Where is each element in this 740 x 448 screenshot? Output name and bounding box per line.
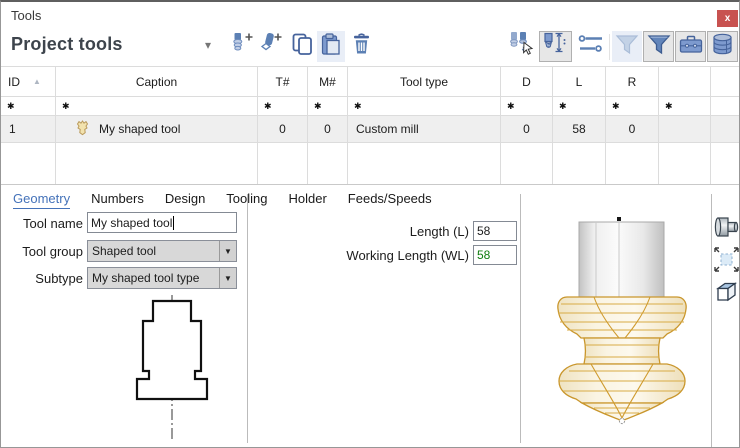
filter-cell-caption[interactable]: ✱: [56, 97, 258, 116]
filter-toggle-button[interactable]: [643, 31, 674, 62]
tool-dimension-icon: [542, 31, 569, 62]
filter-cell-t[interactable]: ✱: [258, 97, 308, 116]
working-length-input[interactable]: 58: [473, 245, 517, 265]
paste-icon: [320, 33, 343, 61]
column-header-blank1[interactable]: [659, 67, 711, 97]
filter-cell-l[interactable]: ✱: [553, 97, 606, 116]
pick-tool-button[interactable]: [507, 31, 538, 62]
copy-tool-button[interactable]: [288, 31, 316, 62]
zoom-fit-button[interactable]: [713, 248, 740, 276]
tools-table: ID ▲ Caption T# M# Tool type D L R ✱ ✱ ✱…: [1, 66, 740, 185]
tab-holder[interactable]: Holder: [289, 191, 327, 209]
tool-name-label: Tool name: [1, 214, 83, 234]
table-row-caption[interactable]: My shaped tool: [56, 116, 258, 143]
caret-down-icon: ▼: [224, 274, 232, 283]
tool-cursor-icon: [509, 31, 536, 62]
filter-cell-blank1[interactable]: ✱: [659, 97, 711, 116]
fit-view-icon: [713, 246, 740, 278]
trash-icon: [351, 33, 372, 61]
filter-cell-m[interactable]: ✱: [308, 97, 348, 116]
title-bar: Tools x: [1, 2, 739, 28]
paste-tool-button[interactable]: [317, 31, 345, 62]
filter-active-icon: [647, 33, 671, 61]
database-icon: [711, 32, 734, 61]
add-tool-icon: [231, 32, 255, 61]
filter-cell-tool-type[interactable]: ✱: [348, 97, 501, 116]
cube-icon: [714, 280, 739, 310]
add-shaped-tool-icon: [260, 32, 284, 61]
length-input[interactable]: 58: [473, 221, 517, 241]
column-header-d[interactable]: D: [501, 67, 553, 97]
column-header-r[interactable]: R: [606, 67, 659, 97]
table-row-id[interactable]: 1: [1, 116, 56, 143]
tool-group-dropdown-button[interactable]: ▼: [219, 241, 236, 261]
table-row-blank1[interactable]: [659, 116, 711, 143]
column-header-tool-type[interactable]: Tool type: [348, 67, 501, 97]
parameter-sliders-button[interactable]: [576, 31, 606, 62]
table-row-l[interactable]: 58: [553, 116, 606, 143]
filter-cell-id[interactable]: ✱: [1, 97, 56, 116]
panel-divider-1: [247, 194, 248, 443]
column-header-id[interactable]: ID ▲: [1, 67, 56, 97]
caret-down-icon: ▼: [224, 247, 232, 256]
table-row-blank2[interactable]: [711, 116, 740, 143]
toolbar: Project tools ▾: [1, 28, 739, 66]
close-button[interactable]: x: [717, 10, 738, 27]
column-header-l[interactable]: L: [553, 67, 606, 97]
filter-inactive-icon: [615, 33, 639, 61]
sort-ascending-icon: ▲: [33, 77, 41, 86]
shaped-tool-icon: [75, 120, 90, 139]
isometric-view-button[interactable]: [713, 281, 740, 309]
tool-database-toggle-button[interactable]: [707, 31, 738, 62]
filter-cell-r[interactable]: ✱: [606, 97, 659, 116]
text-cursor: [173, 216, 174, 230]
subtype-dropdown-button[interactable]: ▼: [219, 268, 236, 288]
table-row-d[interactable]: 0: [501, 116, 553, 143]
show-holder-toggle[interactable]: [713, 215, 740, 243]
table-row-m[interactable]: 0: [308, 116, 348, 143]
table-row-t[interactable]: 0: [258, 116, 308, 143]
column-header-t[interactable]: T#: [258, 67, 308, 97]
tool-3d-preview[interactable]: [539, 205, 709, 435]
copy-icon: [291, 33, 314, 61]
tool-collection-selector[interactable]: Project tools: [11, 34, 123, 55]
toolbox-icon: [679, 33, 703, 61]
column-header-caption[interactable]: Caption: [56, 67, 258, 97]
panel-divider-3: [711, 194, 712, 448]
table-row-tool-type[interactable]: Custom mill: [348, 116, 501, 143]
tool-group-select[interactable]: Shaped tool ▼: [87, 240, 237, 262]
tab-strip: Geometry Numbers Design Tooling Holder F…: [13, 191, 432, 209]
close-icon: x: [725, 13, 731, 24]
tab-numbers[interactable]: Numbers: [91, 191, 144, 209]
filter-clear-button[interactable]: [612, 31, 642, 62]
sliders-icon: [578, 33, 604, 60]
length-label: Length (L): [281, 222, 469, 242]
window-title: Tools: [11, 8, 41, 23]
chevron-down-icon[interactable]: ▾: [205, 38, 211, 52]
column-header-blank2[interactable]: [711, 67, 740, 97]
add-shaped-tool-button[interactable]: [258, 31, 286, 62]
subtype-label: Subtype: [1, 269, 83, 289]
tool-profile-sketch: [101, 294, 246, 447]
tool-name-input[interactable]: My shaped tool: [87, 212, 237, 233]
holder-icon: [714, 215, 740, 244]
tab-design[interactable]: Design: [165, 191, 205, 209]
toolbar-separator: [609, 34, 610, 60]
delete-tool-button[interactable]: [347, 31, 375, 62]
add-tool-button[interactable]: [229, 31, 257, 62]
tab-geometry[interactable]: Geometry: [13, 191, 70, 209]
tab-feeds-speeds[interactable]: Feeds/Speeds: [348, 191, 432, 209]
filter-cell-blank2[interactable]: [711, 97, 740, 116]
working-length-label: Working Length (WL): [281, 246, 469, 266]
tool-group-label: Tool group: [1, 242, 83, 262]
subtype-select[interactable]: My shaped tool type ▼: [87, 267, 237, 289]
table-row-r[interactable]: 0: [606, 116, 659, 143]
tool-dimensions-toggle[interactable]: [539, 31, 572, 62]
toolbox-toggle-button[interactable]: [675, 31, 706, 62]
panel-divider-2: [520, 194, 521, 443]
tools-window: Tools x Project tools ▾: [0, 0, 740, 448]
filter-cell-d[interactable]: ✱: [501, 97, 553, 116]
column-header-m[interactable]: M#: [308, 67, 348, 97]
